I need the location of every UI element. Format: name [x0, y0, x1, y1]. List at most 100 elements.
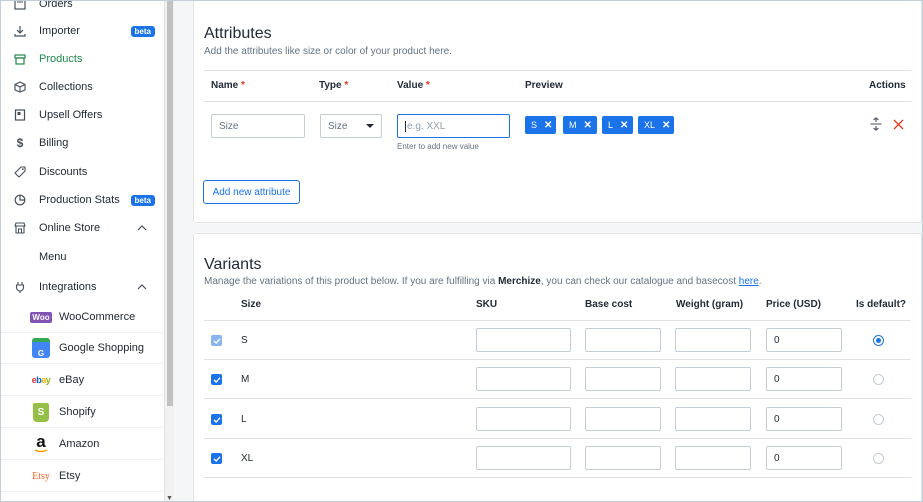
attributes-card: Attributes Add the attributes like size … [193, 1, 922, 223]
sidebar: Orders Importer beta Products Collection… [1, 0, 164, 501]
caret-down-icon [366, 124, 374, 128]
ebay-logo-icon: ebay [31, 375, 51, 385]
drag-handle-icon[interactable] [870, 117, 882, 131]
sidebar-item-production-stats[interactable]: Production Stats beta [1, 186, 164, 214]
price-input[interactable]: 0 [766, 407, 842, 431]
sidebar-item-label: Upsell Offers [39, 109, 103, 121]
variants-subtitle: Manage the variations of this product be… [204, 276, 762, 287]
price-input[interactable]: 0 [766, 367, 842, 391]
delete-attribute-icon[interactable] [893, 119, 904, 130]
sku-input[interactable] [476, 407, 571, 431]
preview-chip[interactable]: M ✕ [563, 116, 597, 134]
variant-checkbox[interactable] [211, 374, 222, 385]
attribute-value-input[interactable]: e.g. XXL [397, 114, 510, 138]
sidebar-item-importer[interactable]: Importer beta [1, 17, 164, 45]
sku-input[interactable] [476, 446, 571, 470]
remove-chip-icon[interactable]: ✕ [584, 120, 592, 131]
default-radio[interactable] [873, 453, 884, 464]
divider [204, 438, 911, 439]
variant-size: M [241, 374, 250, 385]
sidebar-item-integrations[interactable]: Integrations [1, 273, 164, 301]
variant-checkbox[interactable] [211, 414, 222, 425]
variant-checkbox[interactable] [211, 453, 222, 464]
weight-input[interactable] [675, 328, 751, 352]
sidebar-item-ebay[interactable]: ebay eBay [1, 365, 164, 396]
scrollbar-thumb[interactable] [167, 1, 173, 406]
remove-chip-icon[interactable]: ✕ [544, 120, 552, 131]
weight-input[interactable] [675, 367, 751, 391]
remove-chip-icon[interactable]: ✕ [662, 120, 670, 131]
scroll-down-arrow-icon[interactable]: ▼ [166, 495, 173, 501]
price-input[interactable]: 0 [766, 328, 842, 352]
attributes-subtitle: Add the attributes like size or color of… [204, 46, 452, 57]
header-name: Name * [211, 80, 245, 91]
plug-icon [13, 280, 27, 294]
base-cost-input[interactable] [585, 367, 661, 391]
sku-input[interactable] [476, 367, 571, 391]
sidebar-item-billing[interactable]: $ Billing [1, 129, 164, 157]
basecost-link[interactable]: here [739, 276, 759, 287]
sidebar-item-orders[interactable]: Orders [1, 0, 164, 18]
integration-label: Etsy [59, 470, 81, 482]
sidebar-item-shopify[interactable]: S Shopify [1, 397, 164, 428]
etsy-logo-icon: Etsy [32, 470, 50, 482]
default-radio[interactable] [873, 374, 884, 385]
checkmark-icon [213, 416, 221, 423]
sidebar-item-label: Billing [39, 137, 69, 149]
store-icon [13, 221, 27, 235]
preview-chip[interactable]: XL ✕ [638, 116, 674, 134]
header-actions: Actions [869, 80, 906, 91]
header-sku: SKU [476, 299, 498, 310]
sidebar-item-products[interactable]: Products [1, 45, 164, 73]
sidebar-item-collections[interactable]: Collections [1, 73, 164, 101]
sidebar-item-label: Orders [39, 0, 73, 10]
default-radio[interactable] [873, 414, 884, 425]
header-preview: Preview [525, 80, 563, 91]
collections-icon [13, 80, 27, 94]
chip-label: XL [644, 120, 656, 130]
header-base-cost: Base cost [585, 299, 633, 310]
sidebar-item-label: Products [39, 53, 83, 65]
sidebar-item-upsell-offers[interactable]: Upsell Offers [1, 101, 164, 129]
weight-input[interactable] [675, 446, 751, 470]
sidebar-item-menu[interactable]: Menu [1, 243, 164, 271]
attribute-name-input[interactable]: Size [211, 114, 305, 138]
chevron-up-icon[interactable] [136, 222, 148, 234]
beta-badge: beta [130, 25, 155, 37]
variant-size: L [241, 414, 247, 425]
sku-input[interactable] [476, 328, 571, 352]
divider [204, 320, 911, 321]
base-cost-input[interactable] [585, 328, 661, 352]
sidebar-item-label: Production Stats [39, 194, 120, 206]
sidebar-item-label: Menu [39, 251, 67, 263]
preview-chip[interactable]: S ✕ [525, 116, 556, 134]
google-shopping-logo-icon: G [30, 338, 52, 358]
sidebar-scrollbar[interactable]: ▼ [164, 1, 174, 501]
sidebar-item-label: Importer [39, 25, 80, 37]
preview-chip[interactable]: L ✕ [602, 116, 633, 134]
add-new-attribute-button[interactable]: Add new attribute [203, 180, 300, 204]
sidebar-item-etsy[interactable]: Etsy Etsy [1, 461, 164, 492]
chip-label: M [569, 120, 577, 130]
sidebar-item-amazon[interactable]: a Amazon [1, 429, 164, 460]
variant-checkbox[interactable] [211, 335, 222, 346]
sidebar-item-woocommerce[interactable]: Woo WooCommerce [1, 302, 164, 333]
weight-input[interactable] [675, 407, 751, 431]
sidebar-item-google-shopping[interactable]: G Google Shopping [1, 333, 164, 364]
base-cost-input[interactable] [585, 407, 661, 431]
chevron-up-icon[interactable] [136, 281, 148, 293]
sidebar-item-online-store[interactable]: Online Store [1, 214, 164, 242]
type-select-value: Size [328, 120, 348, 132]
checkmark-icon [213, 376, 221, 383]
sidebar-item-discounts[interactable]: Discounts [1, 158, 164, 186]
divider [204, 398, 911, 399]
chip-label: L [608, 120, 614, 130]
base-cost-input[interactable] [585, 446, 661, 470]
woocommerce-logo-icon: Woo [30, 311, 52, 323]
price-input[interactable]: 0 [766, 446, 842, 470]
attribute-type-select[interactable]: Size [320, 114, 382, 138]
main-content: Attributes Add the attributes like size … [174, 1, 922, 501]
default-radio[interactable] [873, 335, 884, 346]
remove-chip-icon[interactable]: ✕ [620, 120, 628, 131]
text-cursor [405, 120, 406, 132]
